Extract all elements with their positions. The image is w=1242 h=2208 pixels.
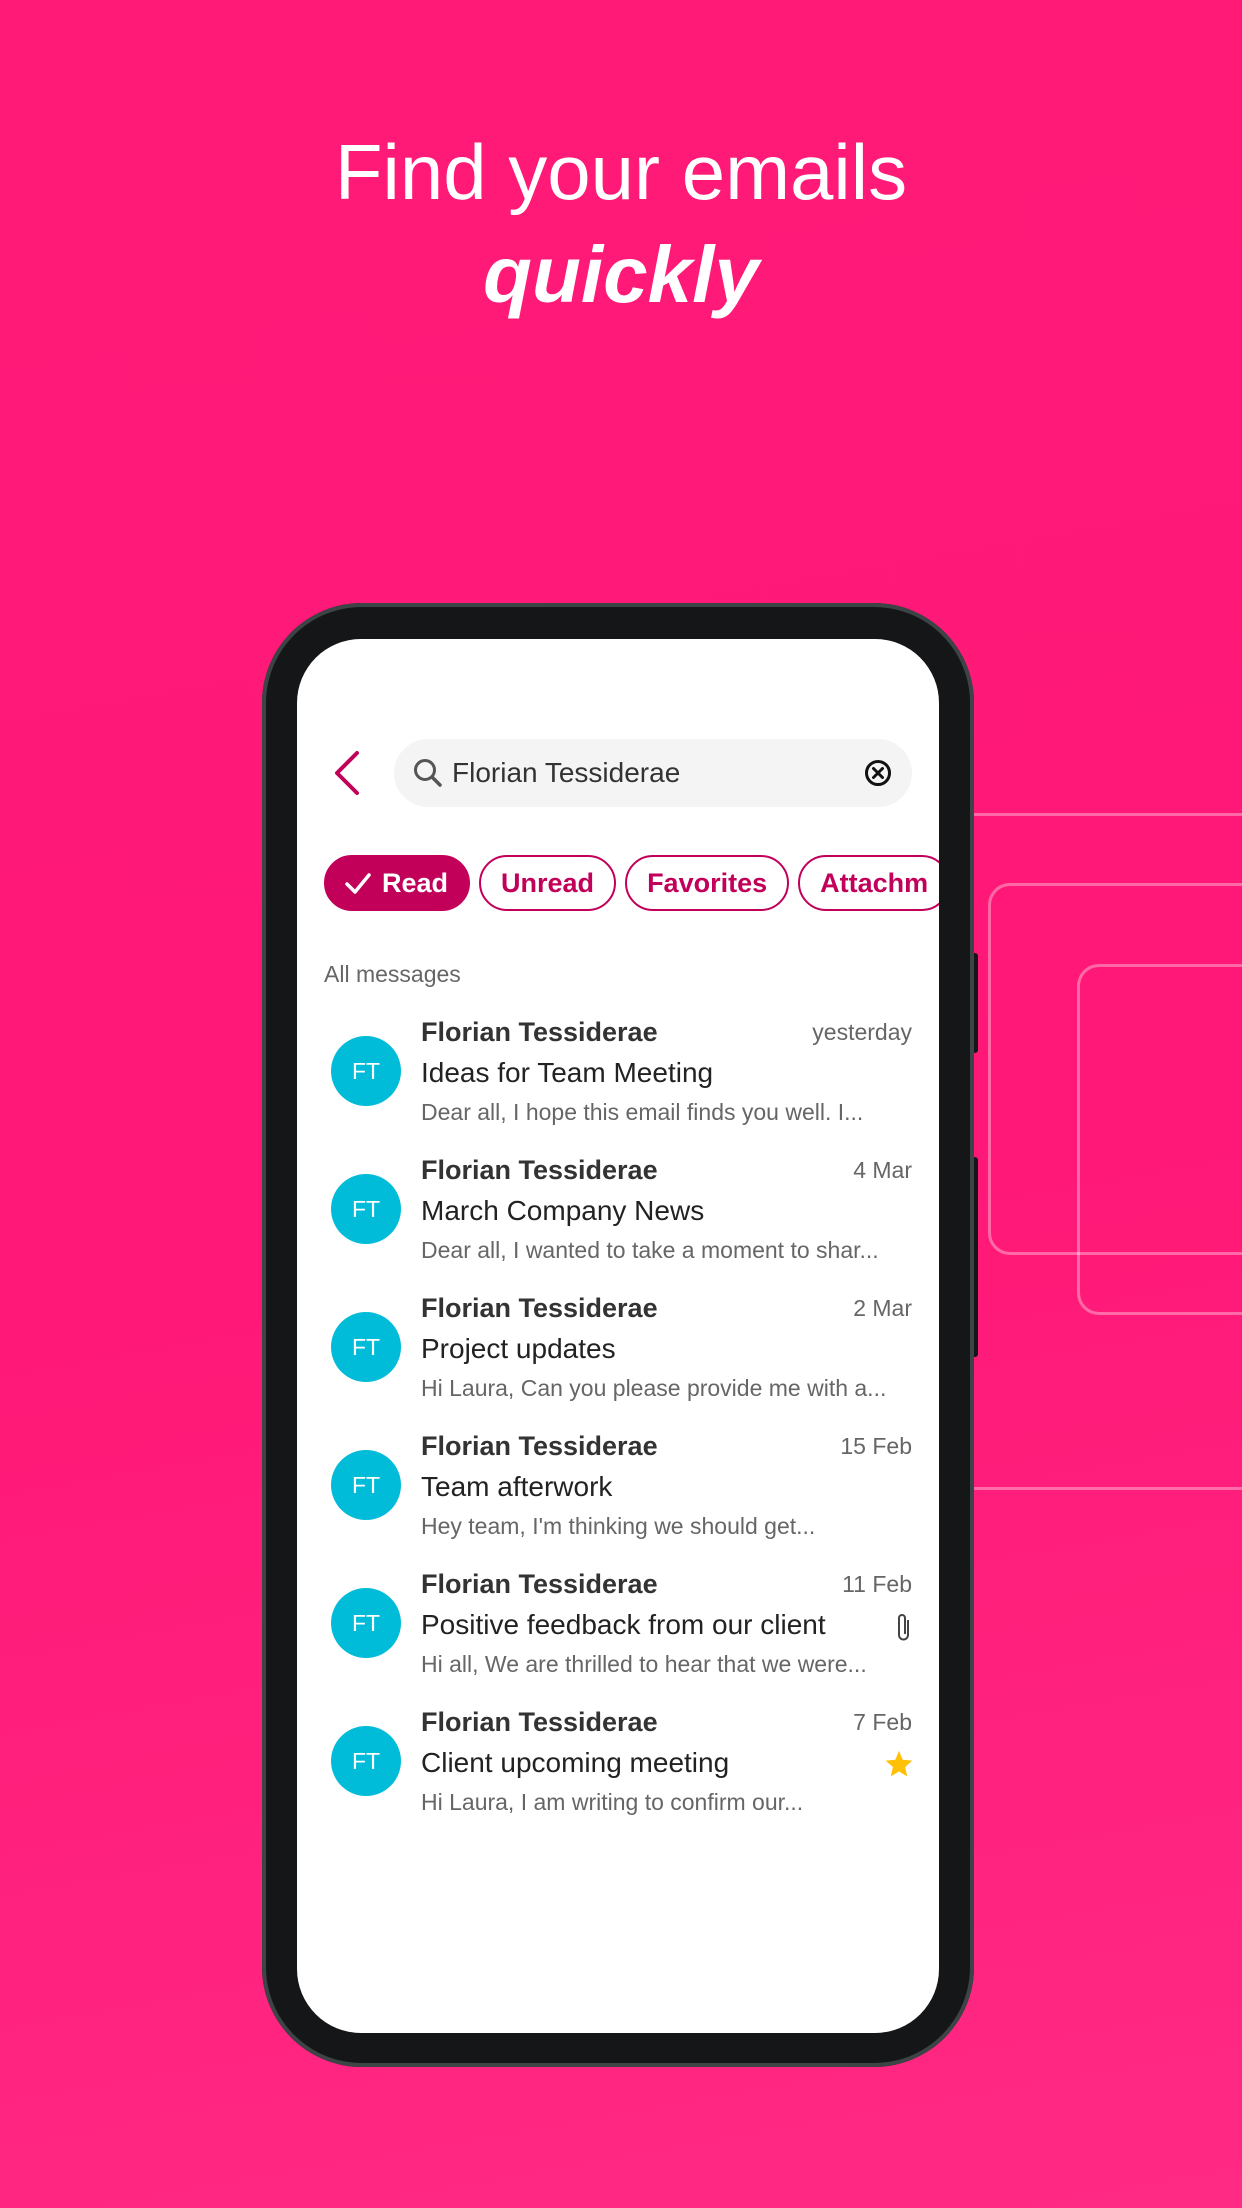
- message-list-item[interactable]: FT Florian Tessiderae 2 Mar Project updates…: [297, 1287, 939, 1425]
- message-subject: Team afterwork: [421, 1471, 613, 1502]
- message-list-item[interactable]: FT Florian Tessiderae yesterday Ideas for T…: [297, 1011, 939, 1149]
- message-date: yesterday: [812, 1019, 912, 1045]
- message-preview: Dear all, I wanted to take a moment to s…: [421, 1237, 879, 1263]
- sender-name: Florian Tessiderae: [421, 1017, 658, 1047]
- decorative-line: [974, 813, 1242, 816]
- message-subject: March Company News: [421, 1195, 705, 1226]
- headline-line-2: quickly: [483, 230, 759, 319]
- decorative-frame: [1077, 964, 1242, 1315]
- avatar: FT: [331, 1174, 401, 1244]
- message-list-item[interactable]: FT Florian Tessiderae 15 Feb Team afterwork…: [297, 1425, 939, 1563]
- message-date: 11 Feb: [842, 1571, 912, 1597]
- chip-read[interactable]: Read: [324, 855, 471, 911]
- sender-name: Florian Tessiderae: [421, 1569, 658, 1599]
- decorative-line: [974, 1487, 1242, 1490]
- avatar: FT: [331, 1588, 401, 1658]
- phone-screen: Florian Tessiderae Read Unread Favorites At…: [297, 639, 939, 2033]
- message-subject: Client upcoming meeting: [421, 1747, 730, 1778]
- message-subject: Ideas for Team Meeting: [421, 1057, 714, 1088]
- message-list: FT Florian Tessiderae yesterday Ideas for T…: [297, 1011, 939, 1839]
- message-date: 2 Mar: [853, 1295, 912, 1321]
- message-subject: Project updates: [421, 1333, 616, 1364]
- paperclip-icon: [898, 1614, 909, 1641]
- headline-line-1: Find your emails: [334, 128, 908, 216]
- star-icon[interactable]: [884, 1749, 914, 1779]
- avatar: FT: [331, 1036, 401, 1106]
- chip-label: Favorites: [647, 868, 768, 898]
- avatar: FT: [331, 1450, 401, 1520]
- chevron-left-icon: [335, 751, 359, 795]
- message-subject: Positive feedback from our client: [421, 1609, 826, 1640]
- back-button[interactable]: [327, 747, 367, 799]
- message-list-item[interactable]: FT Florian Tessiderae 4 Mar March Company N…: [297, 1149, 939, 1287]
- chip-label: Attachm: [820, 868, 929, 898]
- message-preview: Hi Laura, I am writing to confirm our...: [421, 1789, 804, 1815]
- message-date: 4 Mar: [853, 1157, 912, 1183]
- filter-chips: Read Unread Favorites Attachm: [324, 855, 939, 911]
- search-icon: [414, 759, 442, 787]
- message-preview: Hi all, We are thrilled to hear that we …: [421, 1651, 867, 1677]
- message-date: 7 Feb: [853, 1709, 912, 1735]
- message-preview: Hi Laura, Can you please provide me with…: [421, 1375, 887, 1401]
- clear-circle-icon[interactable]: [864, 759, 892, 787]
- sender-name: Florian Tessiderae: [421, 1431, 658, 1461]
- chip-label: Read: [382, 868, 449, 898]
- chip-favorites[interactable]: Favorites: [625, 855, 790, 911]
- avatar: FT: [331, 1312, 401, 1382]
- message-preview: Hey team, I'm thinking we should get...: [421, 1513, 816, 1539]
- chip-attachments[interactable]: Attachm: [798, 855, 939, 911]
- sender-name: Florian Tessiderae: [421, 1707, 658, 1737]
- message-date: 15 Feb: [840, 1433, 912, 1459]
- message-list-item[interactable]: FT Florian Tessiderae 7 Feb Client upcoming…: [297, 1701, 939, 1839]
- search-input[interactable]: Florian Tessiderae: [394, 739, 912, 807]
- sender-name: Florian Tessiderae: [421, 1155, 658, 1185]
- avatar: FT: [331, 1726, 401, 1796]
- message-preview: Dear all, I hope this email finds you we…: [421, 1099, 864, 1125]
- check-icon: [345, 873, 371, 894]
- search-value: Florian Tessiderae: [452, 757, 681, 788]
- sender-name: Florian Tessiderae: [421, 1293, 658, 1323]
- message-list-item[interactable]: FT Florian Tessiderae 11 Feb Positive feedb…: [297, 1563, 939, 1701]
- section-label: All messages: [324, 961, 461, 987]
- chip-label: Unread: [501, 868, 595, 898]
- chip-unread[interactable]: Unread: [479, 855, 617, 911]
